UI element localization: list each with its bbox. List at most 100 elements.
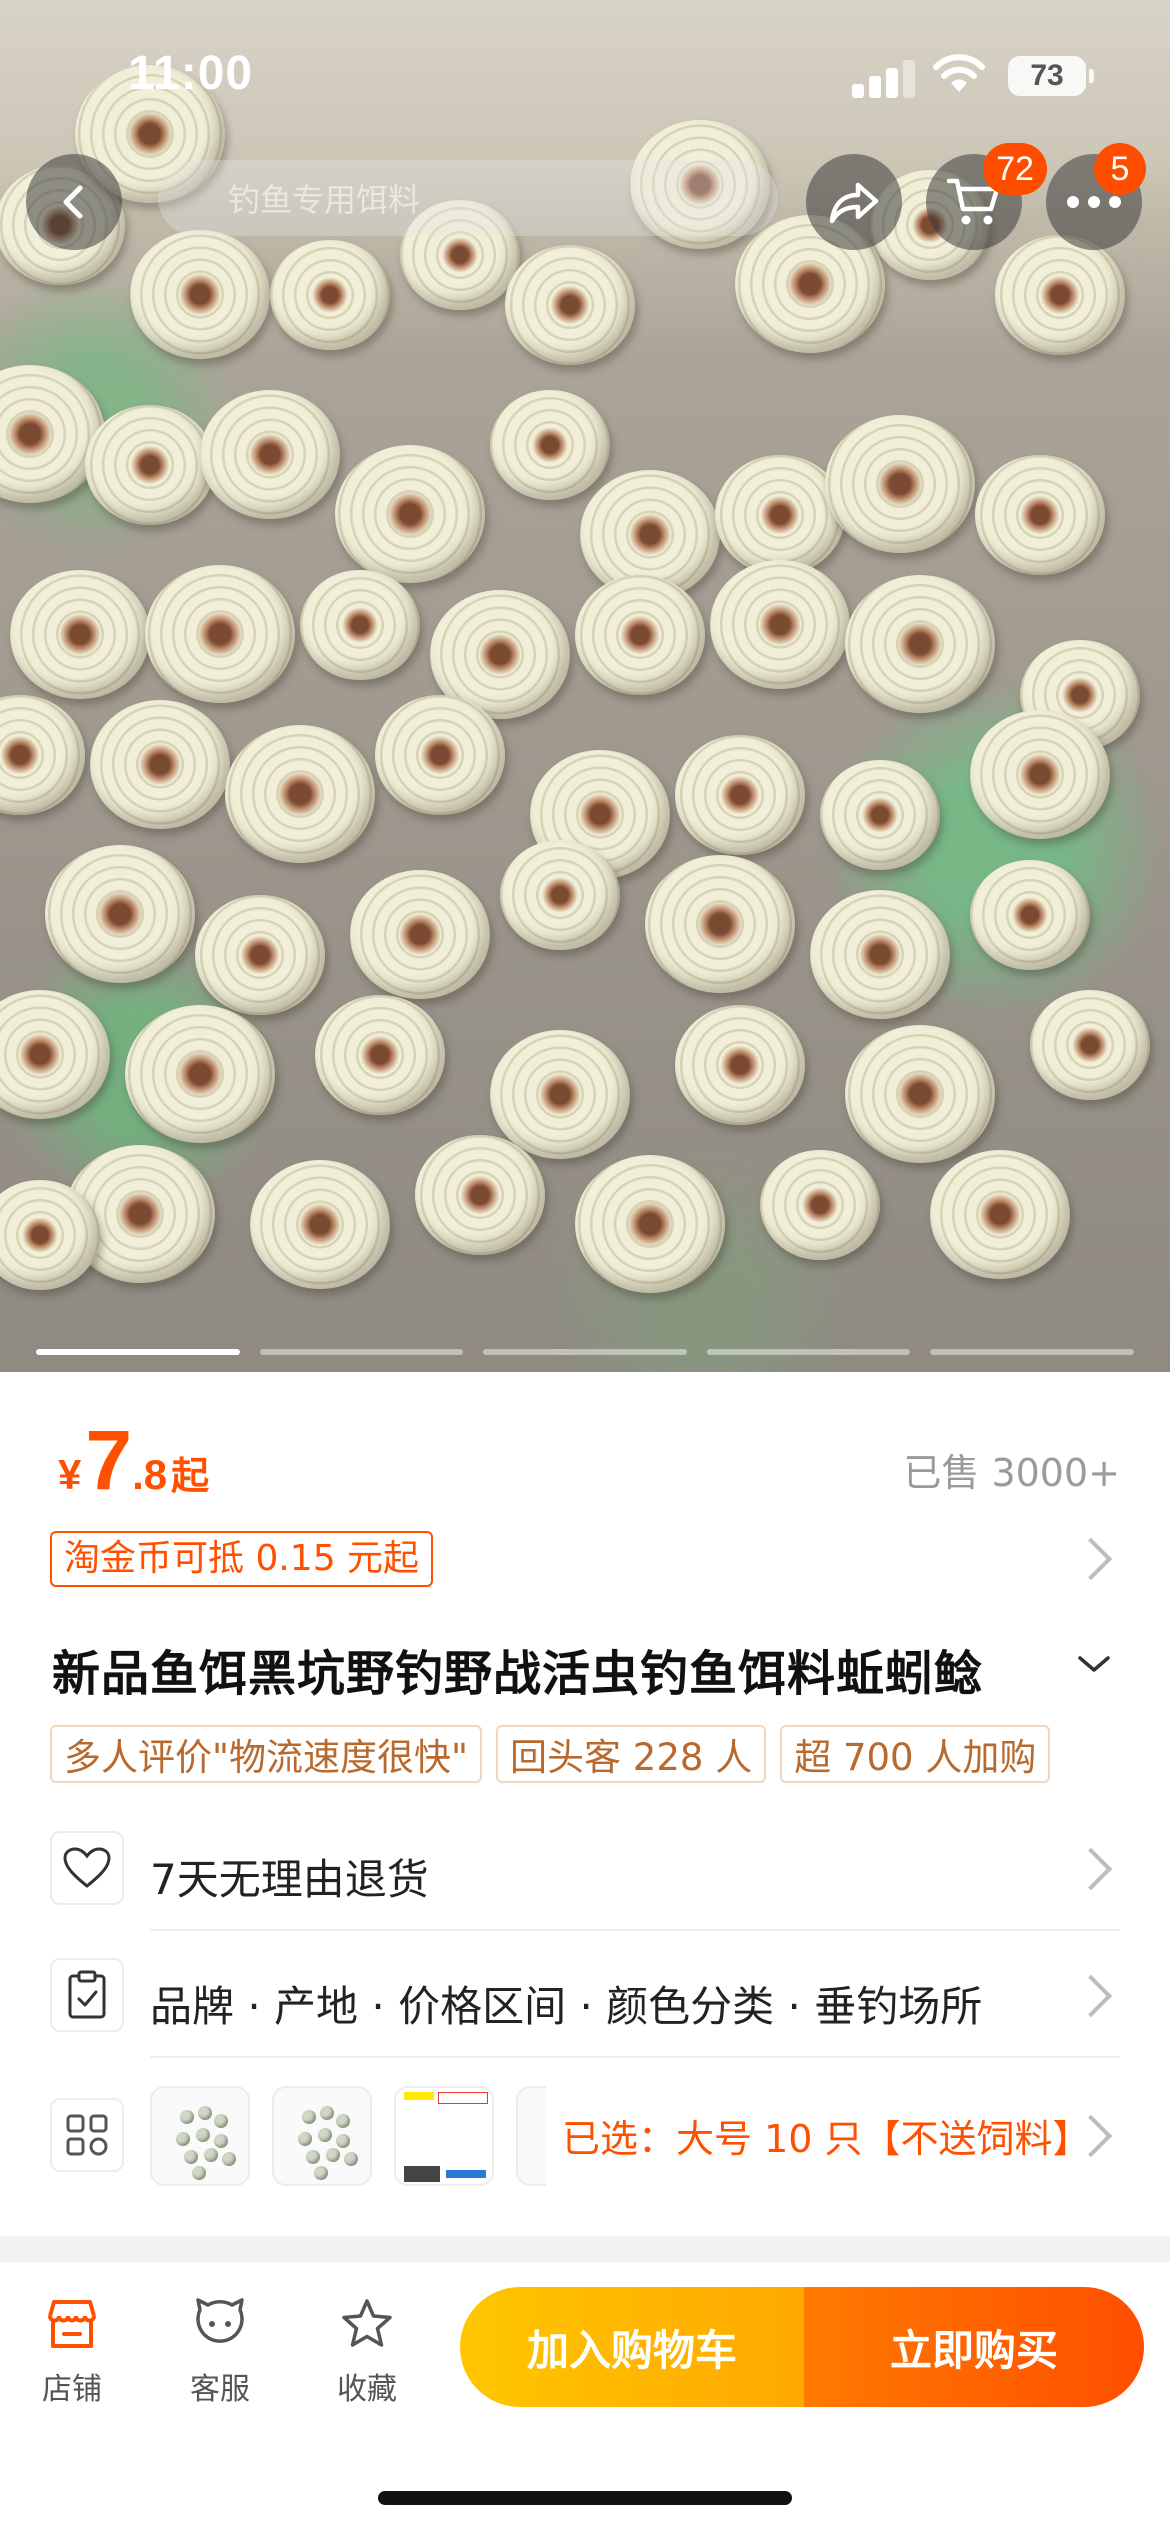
grub [195,895,325,1015]
grub [225,725,375,863]
sku-thumbnail[interactable] [394,2086,494,2186]
pager-segment [930,1349,1134,1355]
thumb-dot [196,2128,210,2142]
cart-count-badge: 72 [983,143,1047,195]
thumb-dot [320,2106,334,2120]
thumb-dot [318,2128,332,2142]
thumb-label-decor [438,2092,488,2104]
home-indicator[interactable] [378,2491,792,2505]
star-icon [342,2299,392,2347]
grub [930,1150,1070,1279]
grub [125,1005,275,1143]
thumb-dot [326,2148,340,2162]
customer-service-button[interactable]: 客服 [160,2298,280,2408]
pager-segment [36,1349,240,1355]
thumb-dot [306,2150,320,2164]
product-tags: 多人评价"物流速度很快" 回头客 228 人 超 700 人加购 [50,1725,1051,1783]
product-params-row[interactable]: 品牌 · 产地 · 价格区间 · 颜色分类 · 垂钓场所 [0,1935,1170,2055]
grub [970,860,1090,971]
gallery-pager [36,1349,1134,1355]
buy-now-button[interactable]: 立即购买 [804,2287,1144,2407]
coin-discount-tag[interactable]: 淘金币可抵 0.15 元起 [50,1531,434,1587]
chevron-down-icon[interactable] [1076,1650,1112,1680]
thumb-label-decor [446,2170,486,2178]
pager-segment [259,1349,464,1355]
grub [575,1155,725,1293]
grub [315,995,445,1115]
thumb-dot [180,2110,194,2124]
grub [0,990,110,1119]
grid-icon [50,2098,124,2172]
sku-thumbnail-partial[interactable] [516,2086,546,2186]
status-time: 11:00 [128,47,254,100]
grub [200,390,340,519]
thumb-dot [192,2166,206,2180]
shop-label: 店铺 [42,2372,102,2407]
chevron-right-icon [1069,1974,1113,2018]
grub [0,695,85,815]
grub [335,445,485,583]
thumb-dot [184,2150,198,2164]
product-title: 新品鱼饵黑坑野钓野战活虫钓鱼饵料蚯蚓鲶 [52,1646,984,1702]
return-policy-text: 7天无理由退货 [150,1855,429,1904]
divider [150,1929,1120,1931]
clipboard-icon [50,1958,124,2032]
tag-add-to-cart-count[interactable]: 超 700 人加购 [780,1725,1051,1783]
grub [85,405,215,525]
grub [995,235,1125,355]
thumb-dot [314,2166,328,2180]
pager-segment [483,1349,687,1355]
thumb-label-decor [404,2166,440,2182]
battery-icon: 73 [1008,56,1094,96]
thumb-dot [204,2148,218,2162]
signal-icon [852,58,916,98]
shop-icon [48,2300,96,2348]
favorite-button[interactable]: 收藏 [307,2298,427,2408]
grub [250,1160,390,1289]
grub [675,735,805,855]
grub [825,415,975,553]
divider [150,2056,1120,2058]
price-integer: 7 [85,1413,133,1507]
share-icon [829,182,879,224]
thumb-dot [176,2132,190,2146]
grub [645,855,795,993]
thumb-dot [222,2152,236,2166]
thumb-dot [336,2114,350,2128]
message-count-badge: 5 [1094,143,1146,195]
sold-count: 已售 3000+ [903,1451,1120,1495]
thumb-dot [214,2134,228,2148]
grub [490,390,610,501]
grub [845,575,995,713]
share-button[interactable] [806,154,902,250]
grub [300,570,420,681]
grub [130,230,270,359]
tag-repeat-customers[interactable]: 回头客 228 人 [496,1725,767,1783]
wifi-icon [933,54,985,92]
product-params-text: 品牌 · 产地 · 价格区间 · 颜色分类 · 垂钓场所 [150,1982,983,2031]
sku-thumbnail[interactable] [272,2086,372,2186]
customer-service-label: 客服 [190,2372,250,2407]
grub [810,890,950,1019]
tag-review[interactable]: 多人评价"物流速度很快" [50,1725,483,1783]
search-bar[interactable]: 钓鱼专用饵料 [158,160,778,236]
grub [575,575,705,695]
grub [45,845,195,983]
grub [490,1030,630,1159]
add-to-cart-button[interactable]: 加入购物车 [460,2287,804,2407]
section-separator [0,2236,1170,2262]
shop-button[interactable]: 店铺 [12,2298,132,2408]
pager-segment [706,1349,911,1355]
return-policy-row[interactable]: 7天无理由退货 [0,1808,1170,1928]
back-button[interactable] [26,154,122,250]
heart-icon [50,1831,124,1905]
sku-thumbnail[interactable] [150,2086,250,2186]
chevron-right-icon[interactable] [1069,1537,1113,1581]
grub [375,695,505,815]
grub [350,870,490,999]
grub [505,245,635,365]
thumb-dot [344,2152,358,2166]
selected-sku-text: 已选：大号 10 只【不送饲料】 [562,2117,1091,2161]
thumb-dot [298,2132,312,2146]
more-dots-icon [1067,196,1121,208]
